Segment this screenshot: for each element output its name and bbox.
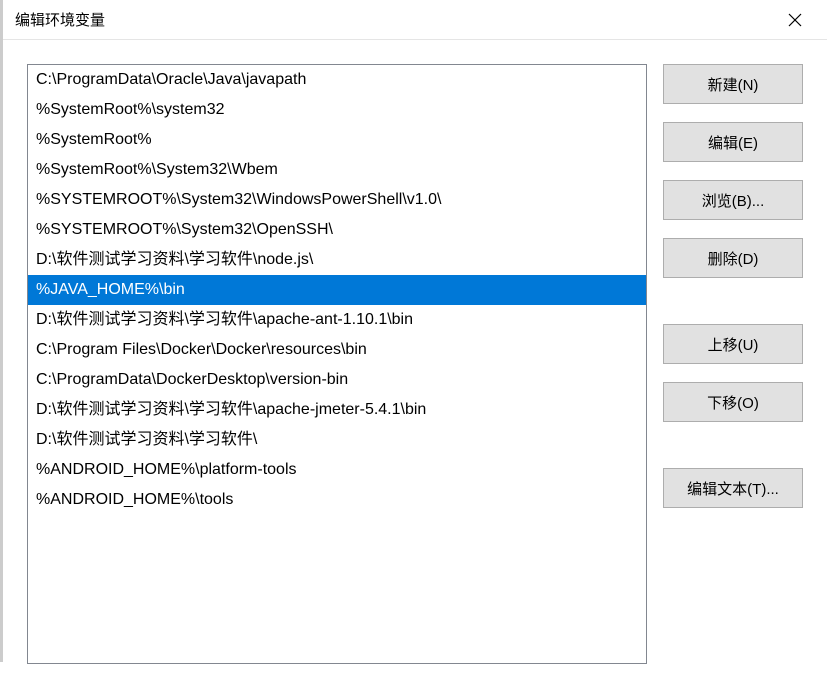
delete-button[interactable]: 删除(D) (663, 238, 803, 278)
new-button[interactable]: 新建(N) (663, 64, 803, 104)
list-item[interactable]: C:\Program Files\Docker\Docker\resources… (28, 335, 646, 365)
list-item[interactable]: C:\ProgramData\DockerDesktop\version-bin (28, 365, 646, 395)
close-icon (788, 13, 802, 27)
titlebar: 编辑环境变量 (3, 0, 827, 40)
list-item[interactable]: D:\软件测试学习资料\学习软件\apache-ant-1.10.1\bin (28, 305, 646, 335)
window-title: 编辑环境变量 (15, 9, 105, 30)
list-item[interactable]: %SystemRoot%\System32\Wbem (28, 155, 646, 185)
edit-button[interactable]: 编辑(E) (663, 122, 803, 162)
list-item[interactable]: %ANDROID_HOME%\platform-tools (28, 455, 646, 485)
list-item[interactable]: %SystemRoot%\system32 (28, 95, 646, 125)
dialog-window: 编辑环境变量 C:\ProgramData\Oracle\Java\javapa… (0, 0, 827, 662)
list-item[interactable]: C:\ProgramData\Oracle\Java\javapath (28, 65, 646, 95)
list-item[interactable]: %SYSTEMROOT%\System32\WindowsPowerShell\… (28, 185, 646, 215)
list-item[interactable]: D:\软件测试学习资料\学习软件\ (28, 425, 646, 455)
dialog-content: C:\ProgramData\Oracle\Java\javapath%Syst… (3, 40, 827, 674)
list-item[interactable]: %SystemRoot% (28, 125, 646, 155)
list-item[interactable]: %SYSTEMROOT%\System32\OpenSSH\ (28, 215, 646, 245)
list-item[interactable]: %JAVA_HOME%\bin (28, 275, 646, 305)
button-column: 新建(N) 编辑(E) 浏览(B)... 删除(D) 上移(U) 下移(O) 编… (663, 64, 803, 664)
close-button[interactable] (775, 0, 815, 40)
browse-button[interactable]: 浏览(B)... (663, 180, 803, 220)
edit-text-button[interactable]: 编辑文本(T)... (663, 468, 803, 508)
list-item[interactable]: %ANDROID_HOME%\tools (28, 485, 646, 515)
list-item[interactable]: D:\软件测试学习资料\学习软件\node.js\ (28, 245, 646, 275)
path-listbox[interactable]: C:\ProgramData\Oracle\Java\javapath%Syst… (27, 64, 647, 664)
move-up-button[interactable]: 上移(U) (663, 324, 803, 364)
move-down-button[interactable]: 下移(O) (663, 382, 803, 422)
list-item[interactable]: D:\软件测试学习资料\学习软件\apache-jmeter-5.4.1\bin (28, 395, 646, 425)
